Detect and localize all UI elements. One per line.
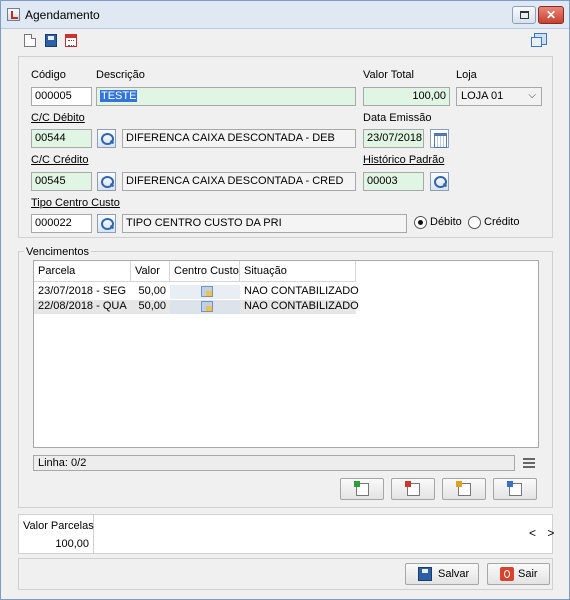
cc-debito-search-icon[interactable] — [97, 129, 116, 148]
chevron-down-icon: ⌵ — [528, 90, 536, 101]
valor-cell: 50,00 — [138, 285, 166, 297]
debito-radio-label[interactable]: Débito — [430, 216, 462, 228]
column-header-centro-custo[interactable]: Centro Custo — [170, 261, 240, 282]
move-row-button[interactable] — [493, 478, 537, 500]
vencimentos-legend: Vencimentos — [24, 246, 91, 258]
valor-cell: 50,00 — [138, 300, 166, 312]
tipo-centro-custo-code-field[interactable]: 000022 — [31, 214, 92, 233]
centro-custo-icon[interactable] — [201, 286, 213, 297]
valor-parcelas-panel: Valor Parcelas 100,00 — [18, 514, 553, 554]
cc-credito-search-icon[interactable] — [97, 172, 116, 191]
save-icon[interactable] — [45, 34, 57, 47]
loja-select[interactable]: LOJA 01 ⌵ — [456, 87, 542, 106]
parcela-cell: 23/07/2018 - SEG — [38, 285, 127, 297]
cc-debito-code-field[interactable]: 00544 — [31, 129, 92, 148]
delete-row-icon — [405, 481, 420, 496]
close-button[interactable]: ✕ — [538, 6, 564, 24]
delete-row-button[interactable] — [391, 478, 435, 500]
cc-credito-label[interactable]: C/C Crédito — [31, 154, 88, 166]
valor-parcelas-label: Valor Parcelas — [23, 520, 94, 532]
sair-button[interactable]: Sair — [487, 563, 550, 585]
row-count-bar: Linha: 0/2 — [33, 455, 515, 471]
valor-parcelas-value: 100,00 — [55, 538, 89, 550]
salvar-button[interactable]: Salvar — [405, 563, 479, 585]
centro-custo-cell[interactable] — [170, 285, 240, 299]
valor-parcelas-cell: Valor Parcelas 100,00 — [19, 515, 94, 553]
debito-radio[interactable] — [414, 216, 427, 229]
save-icon — [418, 567, 432, 581]
grid-header: Parcela Valor Centro Custo Situação — [34, 261, 356, 282]
edit-row-icon — [456, 481, 471, 496]
calendar-icon[interactable] — [65, 34, 77, 47]
historico-padrao-label[interactable]: Histórico Padrão — [363, 154, 444, 166]
tipo-centro-custo-description: TIPO CENTRO CUSTO DA PRI — [122, 214, 407, 233]
restore-icon — [520, 11, 529, 19]
descricao-field[interactable]: TESTE — [96, 87, 356, 106]
loja-selected-value: LOJA 01 — [461, 90, 504, 102]
sair-label: Sair — [518, 568, 538, 580]
power-icon — [500, 567, 514, 581]
cascade-windows-icon[interactable] — [531, 33, 547, 47]
table-row[interactable]: 23/07/2018 - SEG 50,00 NAO CONTABILIZADO — [34, 285, 359, 299]
historico-search-icon[interactable] — [430, 172, 449, 191]
table-row[interactable]: 22/08/2018 - QUA 50,00 NAO CONTABILIZADO — [34, 300, 359, 314]
title-bar: Agendamento ✕ — [1, 1, 569, 29]
edit-row-button[interactable] — [442, 478, 486, 500]
new-document-icon[interactable] — [24, 34, 36, 47]
valor-total-field[interactable]: 100,00 — [363, 87, 450, 106]
historico-padrao-field[interactable]: 00003 — [363, 172, 424, 191]
salvar-label: Salvar — [438, 568, 470, 580]
scroll-arrows[interactable]: < > — [529, 526, 558, 540]
parcela-cell: 22/08/2018 - QUA — [38, 300, 127, 312]
column-header-valor[interactable]: Valor — [131, 261, 170, 282]
cc-debito-label[interactable]: C/C Débito — [31, 112, 85, 124]
loja-label: Loja — [456, 69, 477, 81]
grid-menu-icon[interactable] — [523, 458, 535, 468]
situacao-cell: NAO CONTABILIZADO — [244, 285, 359, 297]
centro-custo-icon[interactable] — [201, 301, 213, 312]
cc-credito-code-field[interactable]: 00545 — [31, 172, 92, 191]
data-emissao-field[interactable]: 23/07/2018 — [363, 129, 424, 148]
agendamento-window: Agendamento ✕ Código Descrição Valor Tot… — [0, 0, 570, 600]
date-picker-icon[interactable] — [430, 129, 449, 148]
cc-debito-description: DIFERENCA CAIXA DESCONTADA - DEB — [122, 129, 356, 148]
descricao-label: Descrição — [96, 69, 145, 81]
vencimentos-grid[interactable]: Parcela Valor Centro Custo Situação 23/0… — [33, 260, 539, 448]
situacao-cell: NAO CONTABILIZADO — [244, 300, 359, 312]
add-row-button[interactable] — [340, 478, 384, 500]
data-emissao-label: Data Emissão — [363, 112, 432, 124]
credito-radio[interactable] — [468, 216, 481, 229]
centro-custo-cell[interactable] — [170, 300, 240, 314]
add-row-icon — [354, 481, 369, 496]
tipo-centro-custo-search-icon[interactable] — [97, 214, 116, 233]
cc-credito-description: DIFERENCA CAIXA DESCONTADA - CRED — [122, 172, 356, 191]
window-title: Agendamento — [25, 8, 100, 22]
move-row-icon — [507, 481, 522, 496]
column-header-parcela[interactable]: Parcela — [34, 261, 131, 282]
codigo-field[interactable]: 000005 — [31, 87, 92, 106]
descricao-selected-text: TESTE — [100, 90, 138, 102]
tipo-centro-custo-label[interactable]: Tipo Centro Custo — [31, 197, 120, 209]
restore-button[interactable] — [512, 6, 536, 24]
codigo-label: Código — [31, 69, 66, 81]
app-icon — [7, 8, 20, 21]
valor-total-label: Valor Total — [363, 69, 414, 81]
credito-radio-label[interactable]: Crédito — [484, 216, 519, 228]
column-header-situacao[interactable]: Situação — [240, 261, 356, 282]
